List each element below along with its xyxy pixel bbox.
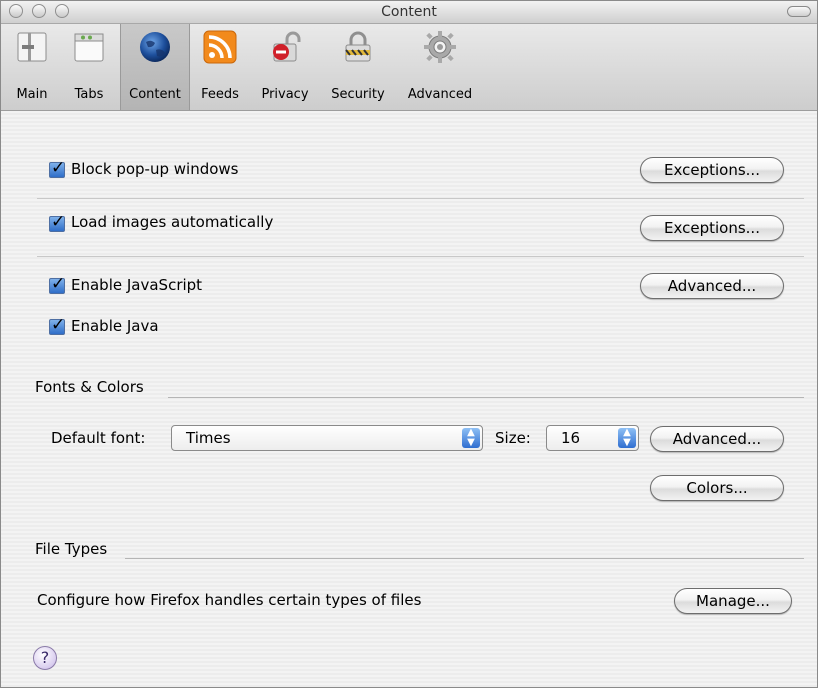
help-icon: ?	[40, 648, 50, 667]
tab-security-label: Security	[331, 87, 385, 102]
title-bar: Content	[1, 1, 817, 24]
font-size-select[interactable]: 16 ▲ ▼	[546, 425, 639, 451]
tabs-icon	[74, 33, 104, 62]
fonts-colors-section-title: Fonts & Colors	[35, 378, 144, 396]
section-divider	[125, 558, 804, 559]
padlock-closed-icon	[345, 31, 371, 62]
stepper-arrows-icon: ▲ ▼	[462, 428, 480, 448]
enable-java-label: Enable Java	[71, 317, 159, 335]
preferences-toolbar: Main Tabs Content Feeds Privacy Security…	[1, 24, 817, 111]
window-title: Content	[381, 4, 437, 20]
size-label: Size:	[495, 429, 531, 447]
default-font-select[interactable]: Times ▲ ▼	[171, 425, 483, 451]
padlock-open-icon	[273, 31, 301, 62]
fonts-advanced-button[interactable]: Advanced...	[650, 426, 784, 452]
tab-main-label: Main	[16, 87, 48, 102]
tab-content[interactable]: Content	[120, 24, 190, 110]
gear-icon	[424, 31, 456, 63]
preferences-window: Content Main Tabs Content Feeds Privacy …	[0, 0, 818, 688]
divider	[37, 198, 804, 199]
default-font-value: Times	[186, 429, 231, 447]
block-popups-label: Block pop-up windows	[71, 160, 239, 178]
tab-main[interactable]: Main	[7, 24, 57, 110]
divider	[37, 256, 804, 257]
load-images-checkbox[interactable]	[49, 212, 65, 232]
globe-icon	[140, 32, 170, 62]
tab-content-label: Content	[129, 87, 181, 102]
tab-privacy-label: Privacy	[261, 87, 309, 102]
enable-javascript-label: Enable JavaScript	[71, 276, 203, 294]
font-size-value: 16	[561, 429, 581, 447]
tab-feeds-label: Feeds	[201, 87, 239, 102]
block-popups-checkbox[interactable]	[49, 158, 65, 178]
stepper-arrows-icon: ▲ ▼	[618, 428, 636, 448]
toolbar-toggle-button[interactable]	[787, 6, 811, 17]
file-types-section-title: File Types	[35, 540, 108, 558]
tab-tabs-label: Tabs	[74, 87, 104, 102]
help-button[interactable]: ?	[33, 646, 57, 670]
tab-advanced[interactable]: Advanced	[398, 24, 482, 110]
main-icon	[17, 32, 47, 62]
tab-feeds[interactable]: Feeds	[194, 24, 246, 110]
images-exceptions-button[interactable]: Exceptions...	[640, 215, 784, 241]
tab-tabs[interactable]: Tabs	[63, 24, 115, 110]
default-font-label: Default font:	[51, 429, 146, 447]
tab-privacy[interactable]: Privacy	[252, 24, 318, 110]
enable-java-checkbox[interactable]	[49, 315, 65, 335]
enable-javascript-checkbox[interactable]	[49, 274, 65, 294]
tab-advanced-label: Advanced	[407, 87, 473, 102]
tab-security[interactable]: Security	[323, 24, 393, 110]
file-types-description: Configure how Firefox handles certain ty…	[37, 591, 422, 609]
javascript-advanced-button[interactable]: Advanced...	[640, 273, 784, 299]
colors-button[interactable]: Colors...	[650, 475, 784, 501]
section-divider	[168, 397, 804, 398]
popup-exceptions-button[interactable]: Exceptions...	[640, 157, 784, 183]
load-images-label: Load images automatically	[71, 213, 274, 231]
manage-file-types-button[interactable]: Manage...	[674, 588, 792, 614]
rss-icon	[203, 30, 237, 64]
